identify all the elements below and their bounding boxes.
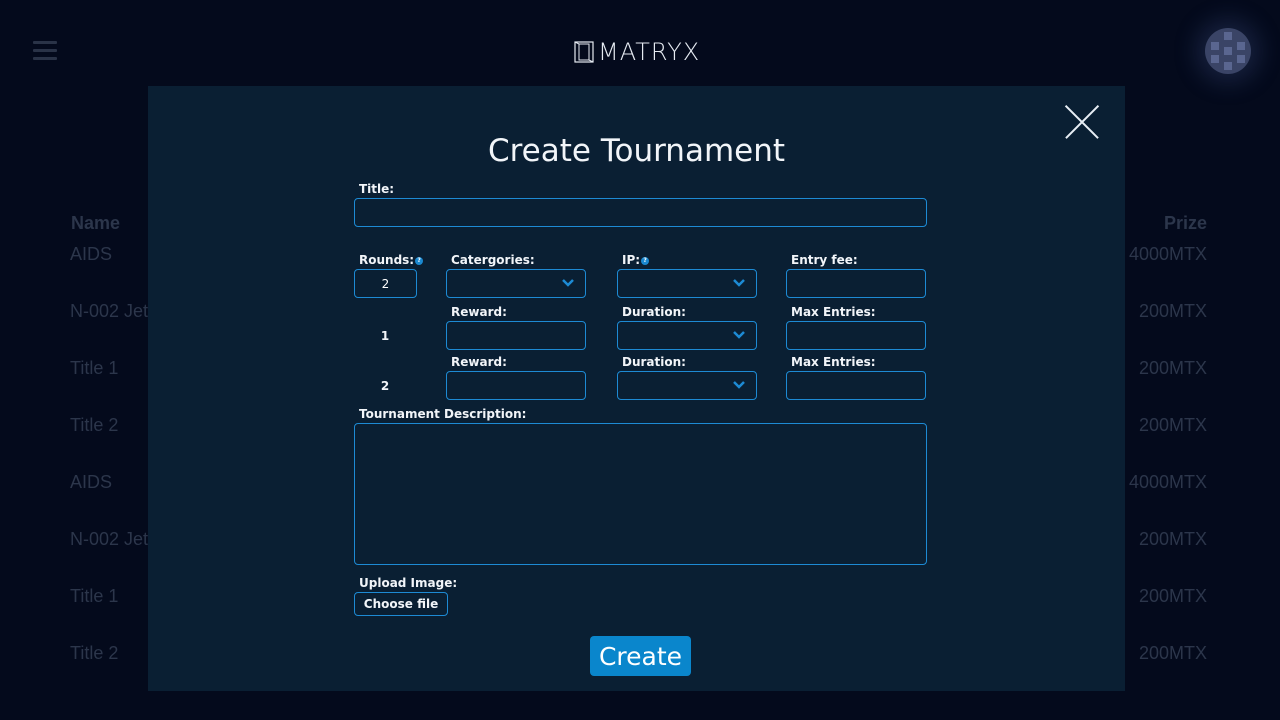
choose-file-button[interactable]: Choose file bbox=[354, 592, 448, 616]
round-1-duration-select[interactable] bbox=[617, 321, 757, 350]
row-prize: 4000MTX bbox=[1128, 244, 1207, 264]
help-icon[interactable]: ? bbox=[641, 256, 650, 265]
round-number: 1 bbox=[380, 329, 390, 343]
chevron-down-icon bbox=[562, 279, 574, 287]
create-button[interactable]: Create bbox=[590, 636, 691, 676]
duration-label: Duration: bbox=[622, 355, 686, 369]
logo-text: MATRYX bbox=[598, 38, 701, 66]
max-entries-label: Max Entries: bbox=[791, 305, 876, 319]
title-input[interactable] bbox=[354, 198, 927, 227]
reward-label: Reward: bbox=[451, 355, 507, 369]
ip-select[interactable] bbox=[617, 269, 757, 298]
max-entries-label: Max Entries: bbox=[791, 355, 876, 369]
round-2-reward-input[interactable] bbox=[446, 371, 586, 400]
description-label: Tournament Description: bbox=[359, 407, 527, 421]
row-prize: 200MTX bbox=[1138, 529, 1207, 549]
row-name: N-002 Jet bbox=[70, 529, 149, 549]
chevron-down-icon bbox=[733, 331, 745, 339]
round-1-reward-input[interactable] bbox=[446, 321, 586, 350]
row-name: AIDS bbox=[70, 472, 113, 492]
create-tournament-modal: Create Tournament Title: Rounds:? Caterg… bbox=[148, 86, 1125, 691]
duration-label: Duration: bbox=[622, 305, 686, 319]
chevron-down-icon bbox=[733, 381, 745, 389]
row-prize: 200MTX bbox=[1138, 358, 1207, 378]
matryx-logo-icon bbox=[574, 41, 594, 63]
ip-label-text: IP: bbox=[622, 253, 641, 267]
rounds-label: Rounds:? bbox=[359, 253, 424, 267]
top-bar: MATRYX bbox=[0, 0, 1280, 100]
description-textarea[interactable] bbox=[354, 423, 927, 565]
row-prize: 200MTX bbox=[1138, 415, 1207, 435]
entry-fee-input[interactable] bbox=[786, 269, 926, 298]
round-2-max-entries-input[interactable] bbox=[786, 371, 926, 400]
reward-label: Reward: bbox=[451, 305, 507, 319]
avatar[interactable] bbox=[1205, 28, 1251, 74]
entry-fee-label: Entry fee: bbox=[791, 253, 858, 267]
row-prize: 200MTX bbox=[1138, 301, 1207, 321]
row-name: Title 2 bbox=[70, 643, 119, 663]
rounds-input[interactable] bbox=[354, 269, 417, 298]
menu-icon[interactable] bbox=[33, 41, 57, 61]
round-1-max-entries-input[interactable] bbox=[786, 321, 926, 350]
round-number: 2 bbox=[380, 379, 390, 393]
row-name: Title 1 bbox=[70, 586, 119, 606]
row-name: Title 1 bbox=[70, 358, 119, 378]
rounds-label-text: Rounds: bbox=[359, 253, 415, 267]
chevron-down-icon bbox=[733, 279, 745, 287]
row-name: Title 2 bbox=[70, 415, 119, 435]
ip-label: IP:? bbox=[622, 253, 650, 267]
categories-select[interactable] bbox=[446, 269, 586, 298]
row-prize: 4000MTX bbox=[1128, 472, 1207, 492]
help-icon[interactable]: ? bbox=[415, 256, 424, 265]
column-header-prize: Prize bbox=[1163, 213, 1207, 233]
logo: MATRYX bbox=[574, 37, 700, 67]
modal-title: Create Tournament bbox=[487, 133, 786, 169]
row-prize: 200MTX bbox=[1138, 586, 1207, 606]
round-2-duration-select[interactable] bbox=[617, 371, 757, 400]
row-name: N-002 Jet bbox=[70, 301, 149, 321]
column-header-name: Name bbox=[71, 213, 121, 233]
row-prize: 200MTX bbox=[1138, 643, 1207, 663]
row-name: AIDS bbox=[70, 244, 113, 264]
upload-label: Upload Image: bbox=[359, 576, 458, 590]
categories-label: Catergories: bbox=[451, 253, 535, 267]
title-label: Title: bbox=[359, 182, 395, 196]
